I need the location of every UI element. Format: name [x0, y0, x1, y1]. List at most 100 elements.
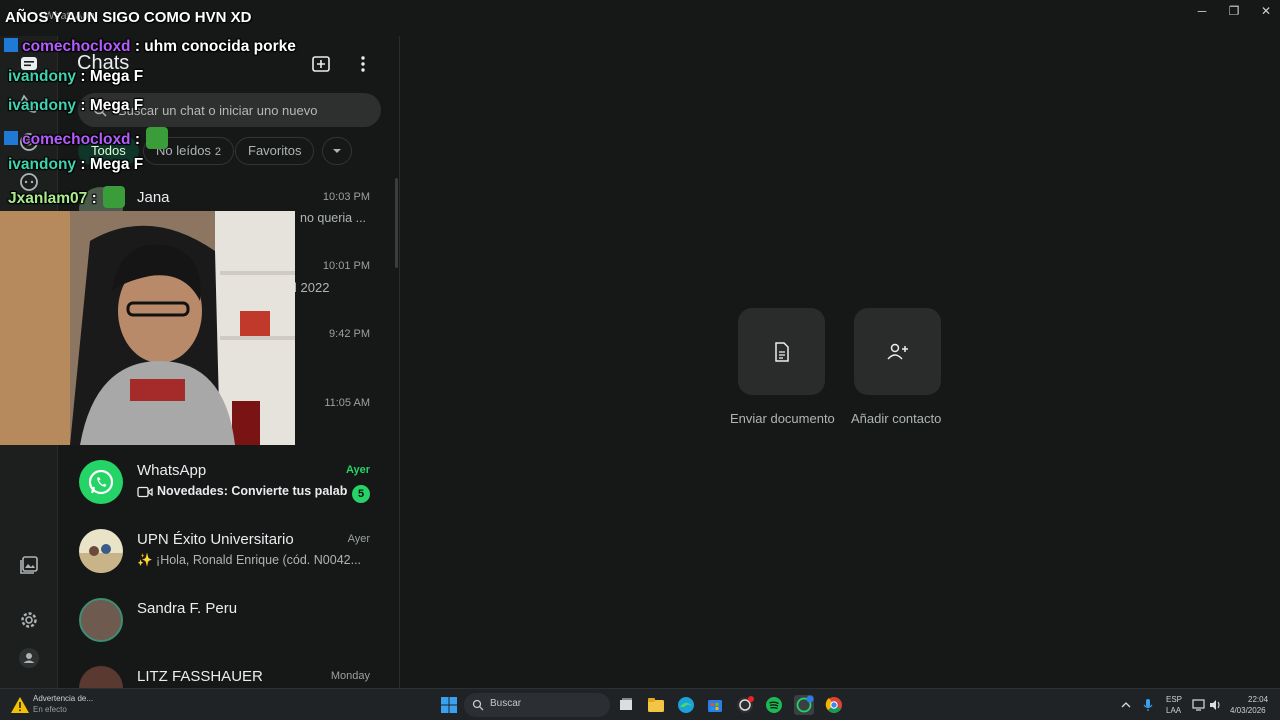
chat-time: 9:42 PM — [329, 328, 370, 340]
chat-name: UPN Éxito Universitario — [137, 531, 294, 548]
new-chat-icon[interactable] — [309, 52, 333, 76]
chat-preview: ✨ ¡Hola, Ronald Enrique (cód. N0042... — [137, 553, 362, 567]
chat-name: Sandra F. Peru — [137, 600, 238, 617]
send-document-label: Enviar documento — [730, 411, 835, 426]
chat-time: Ayer — [347, 533, 370, 545]
chat-name: LITZ FASSHAUER — [137, 668, 263, 685]
whatsapp-logo-icon — [88, 469, 114, 495]
chat-text: : uhm conocida porke — [130, 38, 296, 55]
webcam-person-image — [0, 211, 295, 445]
emote-icon — [146, 127, 169, 149]
document-icon — [775, 342, 789, 362]
avatar — [79, 598, 123, 642]
stream-chat-message: comechocloxd : — [4, 127, 169, 149]
avatar — [79, 666, 123, 688]
task-view-icon[interactable] — [616, 695, 636, 715]
filter-more-chip[interactable] — [322, 137, 352, 165]
stream-chat-message: ivandony : Mega F — [8, 156, 143, 174]
chat-time: 10:01 PM — [322, 260, 370, 272]
chat-time: 11:05 AM — [324, 397, 370, 409]
chevron-up-icon[interactable] — [1120, 699, 1132, 711]
webcam-feed — [0, 211, 295, 445]
chrome-icon[interactable] — [824, 695, 844, 715]
chat-text: : — [130, 131, 145, 148]
chat-text: : — [87, 190, 102, 207]
stream-chat-message: ivandony : Mega F — [8, 97, 143, 115]
chat-preview: no queria ... — [300, 211, 367, 225]
taskbar-search[interactable]: Buscar — [464, 693, 610, 717]
chat-row-whatsapp[interactable]: WhatsApp Ayer Novedades: Convierte tus p… — [58, 450, 399, 519]
menu-dots-icon[interactable] — [351, 52, 375, 76]
prime-badge-icon — [4, 131, 18, 145]
chat-row[interactable]: UPN Éxito Universitario Ayer ✨ ¡Hola, Ro… — [58, 519, 399, 588]
close-button[interactable]: ✕ — [1252, 2, 1280, 20]
volume-icon[interactable] — [1208, 698, 1222, 712]
clock-date: 4/03/2026 — [1230, 706, 1266, 715]
main-pane: Enviar documento Añadir contacto — [400, 36, 1280, 688]
windows-taskbar: Advertencia de... En efecto Buscar ESP L… — [0, 688, 1280, 720]
unread-count: 2 — [214, 146, 222, 158]
notification-title[interactable]: Advertencia de... — [33, 694, 93, 703]
add-contact-label: Añadir contacto — [851, 411, 942, 426]
minimize-button[interactable]: ─ — [1188, 2, 1216, 20]
prime-badge-icon — [4, 38, 18, 52]
language-top[interactable]: ESP — [1166, 695, 1182, 704]
profile-avatar-icon[interactable] — [17, 646, 41, 670]
filter-favorites-chip[interactable]: Favoritos — [235, 137, 315, 165]
chat-list-scrollbar[interactable] — [395, 178, 398, 268]
chat-username: Jxanlam07 — [8, 190, 88, 207]
chat-row[interactable]: Sandra F. Peru — [58, 588, 399, 657]
add-contact-button[interactable] — [854, 308, 941, 395]
notification-subtitle: En efecto — [33, 705, 67, 714]
network-icon[interactable] — [1192, 698, 1206, 712]
unread-badge: 5 — [352, 485, 370, 503]
taskbar-search-label: Buscar — [490, 698, 522, 709]
chat-text: : Mega F — [76, 97, 144, 114]
stream-chat-message: Jxanlam07 : — [8, 186, 126, 208]
chat-text: : Mega F — [76, 156, 144, 173]
obs-icon[interactable] — [735, 695, 755, 715]
clock-time[interactable]: 22:04 — [1248, 695, 1268, 704]
microphone-icon[interactable] — [1142, 698, 1154, 712]
chat-time: Monday — [330, 670, 370, 682]
chat-username: comechocloxd — [22, 131, 131, 148]
stream-chat-message: comechocloxd : uhm conocida porke — [4, 38, 296, 56]
media-icon[interactable] — [17, 553, 41, 577]
whatsapp-taskbar-icon[interactable] — [794, 695, 814, 715]
chat-row[interactable]: LITZ FASSHAUER Monday — [58, 656, 399, 688]
warning-icon[interactable] — [10, 695, 30, 715]
emote-icon — [103, 186, 126, 208]
settings-gear-icon[interactable] — [17, 608, 41, 632]
video-icon — [137, 486, 153, 498]
stream-chat-message: ivandony : Mega F — [8, 68, 143, 86]
search-icon — [472, 699, 484, 711]
chat-username: comechocloxd — [22, 38, 131, 55]
chevron-down-icon — [333, 149, 341, 153]
filter-favorites-label: Favoritos — [248, 143, 302, 158]
stream-title: AÑOS Y AUN SIGO COMO HVN XD — [5, 9, 252, 26]
maximize-button[interactable]: ❐ — [1220, 2, 1248, 20]
store-icon[interactable] — [705, 695, 725, 715]
edge-browser-icon[interactable] — [676, 695, 696, 715]
file-explorer-icon[interactable] — [646, 695, 666, 715]
whatsapp-desktop-window: WhatsApp ─ ❐ ✕ Chats Buscar un chat o in… — [0, 0, 1280, 720]
chat-username: ivandony — [8, 97, 77, 114]
chat-preview: Novedades: Convierte tus palab... — [157, 484, 347, 498]
windows-start-icon[interactable] — [439, 695, 459, 715]
chat-time: Ayer — [345, 464, 370, 476]
chat-name: Jana — [137, 189, 170, 206]
chat-preview: l 2022 — [294, 280, 330, 295]
chat-username: ivandony — [8, 156, 77, 173]
avatar — [79, 460, 123, 504]
search-input[interactable] — [118, 100, 368, 120]
group-photo-icon — [79, 544, 123, 573]
chat-username: ivandony — [8, 68, 77, 85]
spotify-icon[interactable] — [764, 695, 784, 715]
chat-time: 10:03 PM — [322, 191, 370, 203]
add-contact-icon — [887, 343, 908, 360]
send-document-button[interactable] — [738, 308, 825, 395]
chat-text: : Mega F — [76, 68, 144, 85]
avatar — [79, 529, 123, 573]
language-bottom: LAA — [1166, 706, 1182, 715]
chat-name: WhatsApp — [137, 462, 207, 479]
